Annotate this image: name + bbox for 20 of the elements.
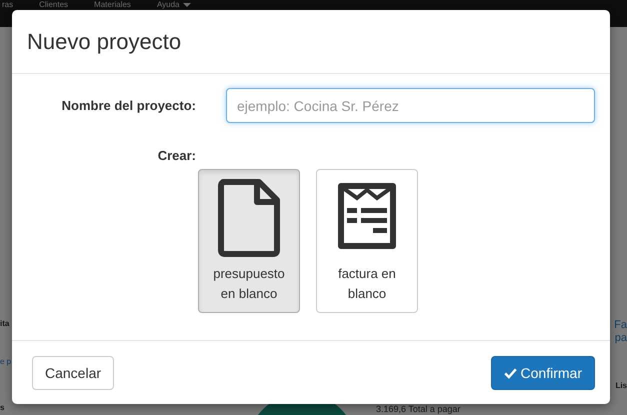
page-heading: ita (0, 319, 10, 329)
confirm-button[interactable]: Confirmar (490, 356, 595, 390)
nav-link[interactable]: Clientes (39, 0, 68, 9)
dialog-title: Nuevo proyecto (27, 28, 182, 54)
template-option[interactable]: factura en blanco (316, 169, 418, 313)
total-text: 3.169,6 Total a pagar (376, 404, 460, 414)
field-label: Crear: (156, 148, 196, 163)
nav-link[interactable]: Materiales (94, 0, 131, 9)
project-name-field[interactable]: ejemplo: Cocina Sr. Pérez (226, 88, 595, 123)
page-link[interactable]: pa (614, 332, 627, 345)
page-link[interactable]: e p (0, 357, 12, 367)
document-icon (217, 178, 281, 258)
field-label: Nombre del proyecto: (60, 98, 196, 113)
check-icon (504, 366, 517, 378)
template-option[interactable]: presupuesto en blanco (198, 169, 300, 313)
nav-link[interactable]: ras (2, 0, 14, 9)
cancel-button[interactable]: Cancelar (32, 356, 114, 390)
page-heading: s (0, 403, 4, 413)
page-link[interactable]: Fa (614, 319, 627, 332)
page-heading: Lis (615, 381, 627, 391)
